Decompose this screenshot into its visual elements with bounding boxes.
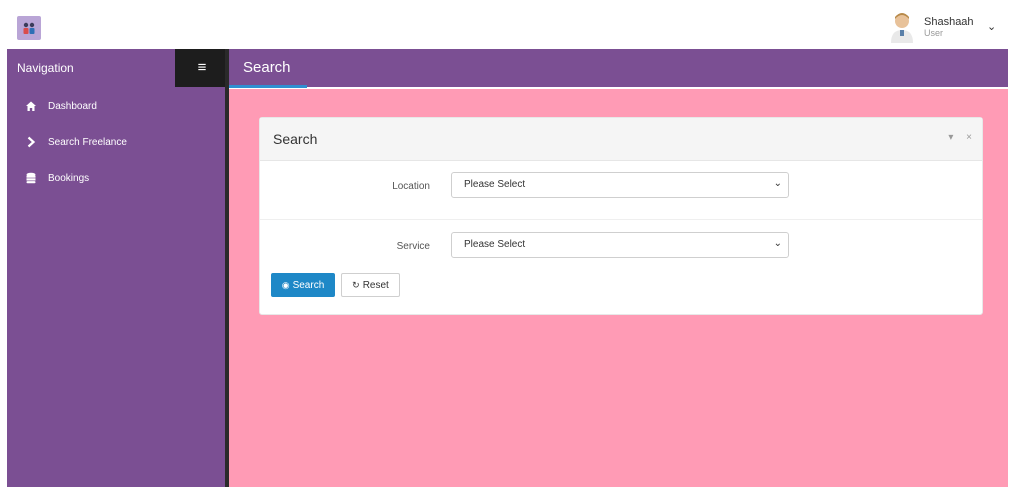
chevron-down-icon[interactable]: ⌄ xyxy=(987,20,996,33)
user-role: User xyxy=(924,28,944,38)
service-select-value: Please Select xyxy=(464,239,526,250)
active-tab-indicator xyxy=(229,85,307,88)
search-button[interactable]: ◉ Search xyxy=(271,273,335,297)
chevron-down-icon: ⌄ xyxy=(773,238,782,249)
user-menu[interactable]: Shashaah User ⌄ xyxy=(887,9,1007,47)
page-header: Search xyxy=(229,49,1008,88)
panel-tools: ▾ × xyxy=(938,132,972,143)
search-button-label: Search xyxy=(292,280,325,291)
home-icon xyxy=(24,100,38,114)
sidebar-title: Navigation xyxy=(17,61,74,75)
menu-toggle-icon[interactable]: ≡ xyxy=(175,49,229,87)
refresh-icon: ↻ xyxy=(352,280,360,290)
close-icon[interactable]: × xyxy=(966,132,972,143)
user-avatar-icon[interactable] xyxy=(887,11,917,43)
main-content: Search ▾ × Location Please Select ⌄ Serv… xyxy=(229,89,1008,487)
sidebar-item-dashboard[interactable]: Dashboard xyxy=(7,92,225,122)
team-logo-icon[interactable] xyxy=(17,16,41,40)
page-title: Search xyxy=(243,59,291,76)
reset-button[interactable]: ↻ Reset xyxy=(341,273,400,297)
service-select[interactable]: Please Select ⌄ xyxy=(451,232,789,258)
chevron-right-icon xyxy=(24,136,38,150)
sidebar-item-label: Bookings xyxy=(48,173,90,184)
user-name: Shashaah xyxy=(924,16,974,28)
location-label: Location xyxy=(392,181,430,192)
service-label: Service xyxy=(396,241,430,252)
database-icon xyxy=(24,172,38,186)
chevron-down-icon: ⌄ xyxy=(773,178,782,189)
sidebar-item-search-freelance[interactable]: Search Freelance xyxy=(7,128,225,158)
collapse-icon[interactable]: ▾ xyxy=(948,132,953,143)
panel-title: Search xyxy=(273,131,318,147)
search-circle-icon: ◉ xyxy=(281,280,290,290)
location-select-value: Please Select xyxy=(464,179,526,190)
sidebar-item-bookings[interactable]: Bookings xyxy=(7,164,225,194)
sidebar: Navigation ≡ Dashboard Search Freelance xyxy=(7,49,229,487)
sidebar-item-label: Search Freelance xyxy=(48,137,127,148)
search-panel: Search ▾ × Location Please Select ⌄ Serv… xyxy=(259,117,983,315)
panel-header: Search ▾ × xyxy=(260,118,982,161)
top-bar: Shashaah User ⌄ xyxy=(7,7,1008,50)
sidebar-header: Navigation xyxy=(7,49,175,89)
form-divider xyxy=(260,219,982,220)
reset-button-label: Reset xyxy=(362,280,389,291)
sidebar-item-label: Dashboard xyxy=(48,101,97,112)
app-window: Shashaah User ⌄ Navigation ≡ Dashboard S… xyxy=(7,7,1008,487)
location-select[interactable]: Please Select ⌄ xyxy=(451,172,789,198)
